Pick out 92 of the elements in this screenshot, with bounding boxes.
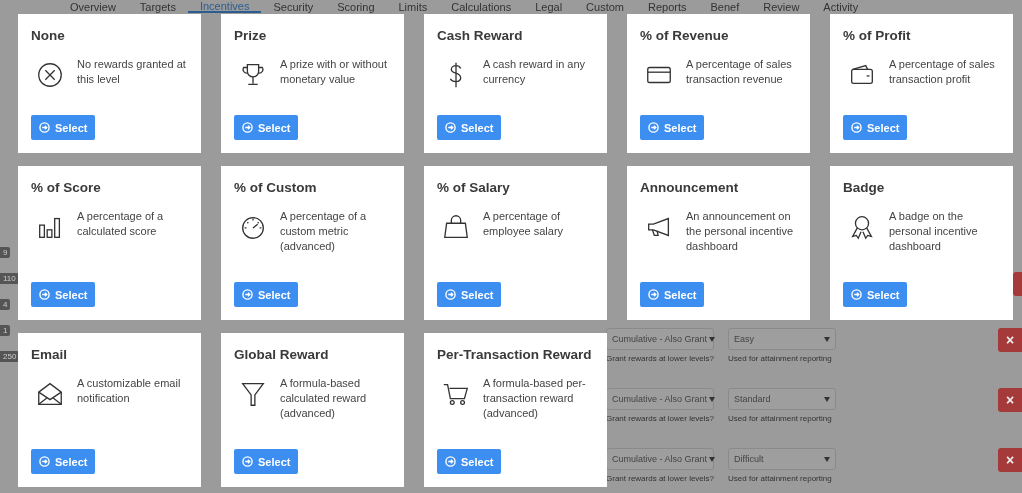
level-badge: 4 [0, 299, 11, 310]
card-description: A percentage of sales transaction profit [889, 57, 996, 87]
card-description: A percentage of sales transaction revenue [686, 57, 793, 87]
arrow-circle-icon [39, 456, 50, 467]
arrow-circle-icon [242, 122, 253, 133]
x-circle-icon [35, 60, 65, 90]
arrow-circle-icon [242, 289, 253, 300]
delete-button[interactable] [1013, 272, 1022, 296]
grant-mode-select[interactable]: Cumulative - Also Grant [606, 448, 714, 470]
select-button[interactable]: Select [31, 115, 96, 140]
caret-icon [709, 456, 716, 462]
grant-hint: Grant rewards at lower levels? [606, 414, 715, 423]
card-title: % of Profit [843, 28, 912, 43]
tab[interactable]: Security [261, 0, 326, 13]
select-button[interactable]: Select [437, 449, 502, 474]
card-description: A percentage of employee salary [483, 209, 565, 239]
tab[interactable]: Benef [698, 0, 752, 13]
card-title: Announcement [640, 180, 740, 195]
caret-icon [709, 336, 716, 342]
arrow-circle-icon [851, 289, 862, 300]
select-button[interactable]: Select [640, 282, 705, 307]
difficulty-select[interactable]: Difficult [728, 448, 837, 470]
card-title: Email [31, 347, 69, 362]
card-description: A cash reward in any currency [483, 57, 587, 87]
tab[interactable]: Legal [523, 0, 575, 13]
tab[interactable]: Scoring [325, 0, 387, 13]
delete-button[interactable]: × [998, 388, 1022, 412]
arrow-circle-icon [851, 122, 862, 133]
arrow-circle-icon [242, 456, 253, 467]
difficulty-select[interactable]: Easy [728, 328, 837, 350]
select-button[interactable]: Select [437, 282, 502, 307]
card-title: % of Custom [234, 180, 318, 195]
grant-mode-select[interactable]: Cumulative - Also Grant [606, 388, 714, 410]
level-badge: 1 [0, 325, 11, 336]
select-button[interactable]: Select [437, 115, 502, 140]
arrow-circle-icon [648, 122, 659, 133]
grant-hint: Grant rewards at lower levels? [606, 354, 715, 363]
card-title: None [31, 28, 66, 43]
card-description: A customizable email notification [77, 376, 182, 406]
delete-button[interactable]: × [998, 328, 1022, 352]
tab[interactable]: Custom [574, 0, 636, 13]
card-description: An announcement on the personal incentive dashboard [686, 209, 794, 254]
select-button[interactable]: Select [234, 115, 299, 140]
tab[interactable]: Review [751, 0, 812, 13]
arrow-circle-icon [445, 122, 456, 133]
card-title: Cash Reward [437, 28, 524, 43]
difficulty-hint: Used for attainment reporting [728, 354, 833, 363]
tab[interactable]: Activity [811, 0, 871, 13]
delete-button[interactable]: × [998, 448, 1022, 472]
card-title: Badge [843, 180, 886, 195]
level-badge: 9 [0, 247, 11, 258]
card-description: A prize with or without monetary value [280, 57, 388, 87]
caret-icon [709, 396, 716, 402]
card-title: Prize [234, 28, 268, 43]
select-button[interactable]: Select [843, 115, 908, 140]
select-button[interactable]: Select [234, 282, 299, 307]
card-description: A percentage of a calculated score [77, 209, 165, 239]
arrow-circle-icon [445, 289, 456, 300]
arrow-circle-icon [445, 456, 456, 467]
card-title: % of Salary [437, 180, 511, 195]
arrow-circle-icon [39, 289, 50, 300]
card-description: A formula-based per-transaction reward (advanced) [483, 376, 587, 421]
select-button[interactable]: Select [843, 282, 908, 307]
difficulty-select[interactable]: Standard [728, 388, 837, 410]
card-description: A badge on the personal incentive dashboard [889, 209, 979, 254]
caret-icon [824, 396, 831, 402]
caret-icon [824, 456, 831, 462]
card-description: A formula-based calculated reward (advanced) [280, 376, 368, 421]
tab[interactable]: Targets [127, 0, 188, 13]
difficulty-hint: Used for attainment reporting [728, 414, 833, 423]
select-button[interactable]: Select [640, 115, 705, 140]
grant-mode-select[interactable]: Cumulative - Also Grant [606, 328, 714, 350]
tab[interactable]: Reports [636, 0, 699, 13]
caret-icon [824, 336, 831, 342]
card-title: Per-Transaction Reward [437, 347, 593, 362]
select-button[interactable]: Select [31, 282, 96, 307]
card-description: A percentage of a custom metric (advanced) [280, 209, 368, 254]
select-button[interactable]: Select [31, 449, 96, 474]
tab[interactable]: Calculations [439, 0, 524, 13]
arrow-circle-icon [648, 289, 659, 300]
select-button[interactable]: Select [234, 449, 299, 474]
grant-hint: Grant rewards at lower levels? [606, 474, 715, 483]
arrow-circle-icon [39, 122, 50, 133]
level-badge: 110 [0, 273, 19, 284]
card-description: No rewards granted at this level [77, 57, 187, 87]
card-title: Global Reward [234, 347, 330, 362]
card-title: % of Revenue [640, 28, 730, 43]
tab[interactable]: Overview [58, 0, 128, 13]
level-badge: 250 [0, 351, 20, 362]
card-title: % of Score [31, 180, 102, 195]
tab[interactable]: Limits [386, 0, 440, 13]
difficulty-hint: Used for attainment reporting [728, 474, 833, 483]
